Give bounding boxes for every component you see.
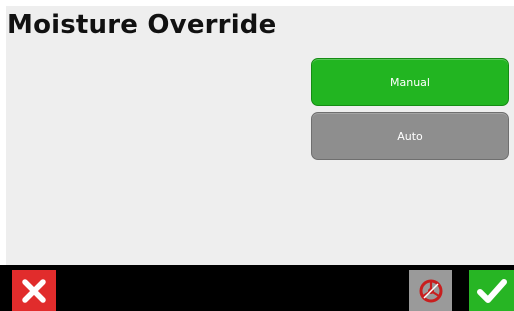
auto-button[interactable]: Auto — [311, 112, 509, 160]
confirm-button[interactable] — [469, 270, 514, 311]
steering-wheel-icon — [419, 279, 442, 302]
manual-button[interactable]: Manual — [311, 58, 509, 106]
steering-button[interactable] — [409, 270, 452, 311]
page-title: Moisture Override — [7, 10, 277, 40]
moisture-override-screen: Moisture Override Manual Auto — [0, 0, 514, 311]
close-icon — [22, 278, 46, 303]
cancel-button[interactable] — [12, 270, 56, 311]
checkmark-icon — [476, 278, 507, 303]
